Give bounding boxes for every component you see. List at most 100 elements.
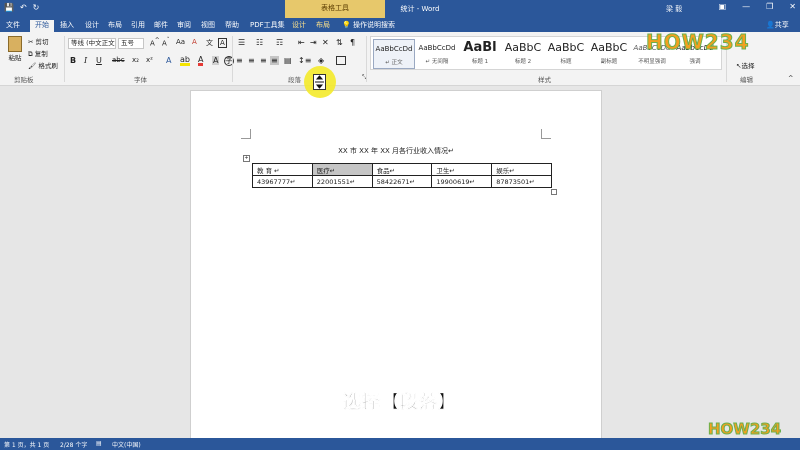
grow-font-icon[interactable]: A^ [150, 38, 160, 47]
document-heading[interactable]: XX 市 XX 年 XX 月各行业收入情况↵ [191, 146, 601, 156]
sort-icon[interactable]: ⇅ [336, 38, 343, 47]
character-border-icon[interactable]: A [218, 38, 227, 48]
change-case-icon[interactable]: Aa [176, 38, 185, 46]
tab-view[interactable]: 视图 [201, 20, 215, 30]
show-marks-icon[interactable]: ¶ [350, 38, 355, 47]
table-cell[interactable]: 教 育 ↵ [252, 163, 313, 176]
align-left-icon[interactable]: ≡ [236, 56, 243, 65]
language-indicator[interactable]: 中文(中国) [112, 440, 141, 449]
page-count[interactable]: 第 1 页，共 1 页 [4, 440, 49, 449]
format-painter-label: 格式刷 [38, 62, 58, 70]
cut-button[interactable]: ✂ 剪切 [28, 36, 49, 46]
subscript-icon[interactable]: x₂ [132, 56, 139, 64]
tab-table-layout[interactable]: 布局 [316, 20, 330, 30]
table-cell[interactable]: 87873501↵ [491, 175, 552, 188]
chinese-layout-icon[interactable]: ✕ [322, 38, 329, 47]
align-center-icon[interactable]: ≡ [248, 56, 255, 65]
proofing-icon[interactable]: ▤ [96, 440, 102, 447]
person-icon: 👤 [766, 21, 775, 29]
bullets-icon[interactable]: ☰ [238, 38, 245, 47]
style-normal[interactable]: AaBbCcDd ↵ 正文 [373, 39, 415, 69]
format-painter-button[interactable]: 🖌 格式刷 [28, 60, 58, 70]
ribbon-display-icon[interactable]: ▣ [719, 2, 727, 11]
phonetic-guide-icon[interactable]: 文 [206, 38, 213, 48]
collapse-ribbon-icon[interactable]: ^ [788, 74, 793, 82]
copy-button[interactable]: ⧉ 复制 [28, 48, 48, 59]
table-cell[interactable]: 19900619↵ [431, 175, 493, 188]
watermark-logo: HOW234 [646, 30, 750, 55]
decrease-indent-icon[interactable]: ⇤ [298, 38, 305, 47]
font-size-select[interactable]: 五号 [118, 38, 144, 49]
tab-review[interactable]: 审阅 [177, 20, 191, 30]
table-resize-handle-icon[interactable] [551, 189, 557, 195]
superscript-icon[interactable]: x² [146, 56, 153, 64]
close-button[interactable]: ✕ [789, 2, 796, 11]
document-area: XX 市 XX 年 XX 月各行业收入情况↵ + 教 育 ↵ 医疗↵ 食品↵ 卫… [0, 86, 800, 450]
distributed-icon[interactable]: ▤ [284, 56, 292, 65]
tab-layout[interactable]: 布局 [108, 20, 122, 30]
table-cell[interactable]: 食品↵ [371, 163, 433, 176]
bold-icon[interactable]: B [70, 56, 76, 65]
tab-design[interactable]: 设计 [85, 20, 99, 30]
character-shading-icon[interactable]: A [212, 56, 220, 65]
increase-indent-icon[interactable]: ⇥ [310, 38, 317, 47]
style-heading-2[interactable]: AaBbC 标题 2 [502, 39, 544, 69]
redo-icon[interactable]: ↻ [33, 3, 40, 12]
editing-group-label: 编辑 [740, 76, 753, 84]
undo-icon[interactable]: ↶ [20, 3, 27, 12]
line-spacing-icon[interactable]: ↕≡ [298, 56, 311, 65]
tell-me-search[interactable]: 💡 操作说明搜索 [342, 20, 395, 30]
user-name[interactable]: 梁 毅 [666, 4, 682, 14]
style-preview: AaBbCcDd [375, 45, 413, 53]
style-preview: AaBbC [504, 41, 542, 54]
tab-mailings[interactable]: 邮件 [154, 20, 168, 30]
borders-icon[interactable] [336, 56, 346, 65]
numbering-icon[interactable]: ☷ [256, 38, 263, 47]
style-name: ↵ 无间隔 [425, 59, 449, 65]
italic-icon[interactable]: I [84, 56, 87, 65]
paste-button[interactable]: 粘贴 [6, 36, 24, 66]
select-button[interactable]: ↖选择 [736, 60, 754, 70]
group-separator [366, 36, 367, 82]
share-button[interactable]: 👤共享 [766, 20, 789, 30]
justify-icon[interactable]: ≡ [270, 56, 279, 65]
tab-insert[interactable]: 插入 [60, 20, 74, 30]
highlight-icon[interactable]: ab [180, 56, 190, 66]
style-heading-1[interactable]: AaBl 标题 1 [459, 39, 501, 69]
table-move-handle-icon[interactable]: + [243, 155, 250, 162]
paste-label: 粘贴 [8, 54, 22, 62]
table-cell[interactable]: 卫生↵ [431, 163, 493, 176]
multilevel-list-icon[interactable]: ☶ [276, 38, 283, 47]
word-count[interactable]: 2/28 个字 [60, 440, 87, 449]
text-effects-icon[interactable]: A [166, 56, 171, 65]
tab-table-design[interactable]: 设计 [292, 20, 306, 30]
font-name-select[interactable]: 等线 (中文正文 [68, 38, 116, 49]
tab-home[interactable]: 开始 [30, 20, 54, 32]
tab-references[interactable]: 引用 [131, 20, 145, 30]
cut-label: 剪切 [35, 38, 49, 46]
table-cell[interactable]: 58422671↵ [371, 175, 433, 188]
save-icon[interactable]: 💾 [4, 3, 14, 12]
table-cell[interactable]: 22001551↵ [311, 175, 373, 188]
table-row: 43967777↵ 22001551↵ 58422671↵ 19900619↵ … [252, 175, 552, 188]
underline-icon[interactable]: U [96, 56, 102, 65]
tab-help[interactable]: 帮助 [225, 20, 239, 30]
paragraph-launcher-highlight-icon[interactable] [313, 74, 326, 90]
table-cell[interactable]: 43967777↵ [252, 175, 313, 188]
font-group-label: 字体 [134, 76, 147, 84]
strikethrough-icon[interactable]: abc [112, 56, 125, 64]
tab-file[interactable]: 文件 [0, 18, 26, 32]
style-title[interactable]: AaBbC 标题 [545, 39, 587, 69]
font-color-icon[interactable]: A [198, 56, 204, 66]
shading-icon[interactable]: ◈ [318, 56, 324, 65]
tab-pdf-tools[interactable]: PDF工具集 [250, 20, 285, 30]
table-cell[interactable]: 医疗↵ [311, 163, 373, 176]
style-subtitle[interactable]: AaBbC 副标题 [588, 39, 630, 69]
clear-format-icon[interactable]: A [192, 38, 197, 46]
align-right-icon[interactable]: ≡ [260, 56, 267, 65]
restore-button[interactable]: ❐ [766, 2, 773, 11]
minimize-button[interactable]: — [742, 2, 750, 11]
shrink-font-icon[interactable]: Aˇ [162, 38, 170, 47]
table-cell[interactable]: 娱乐↵ [491, 163, 552, 176]
style-no-spacing[interactable]: AaBbCcDd ↵ 无间隔 [416, 39, 458, 69]
